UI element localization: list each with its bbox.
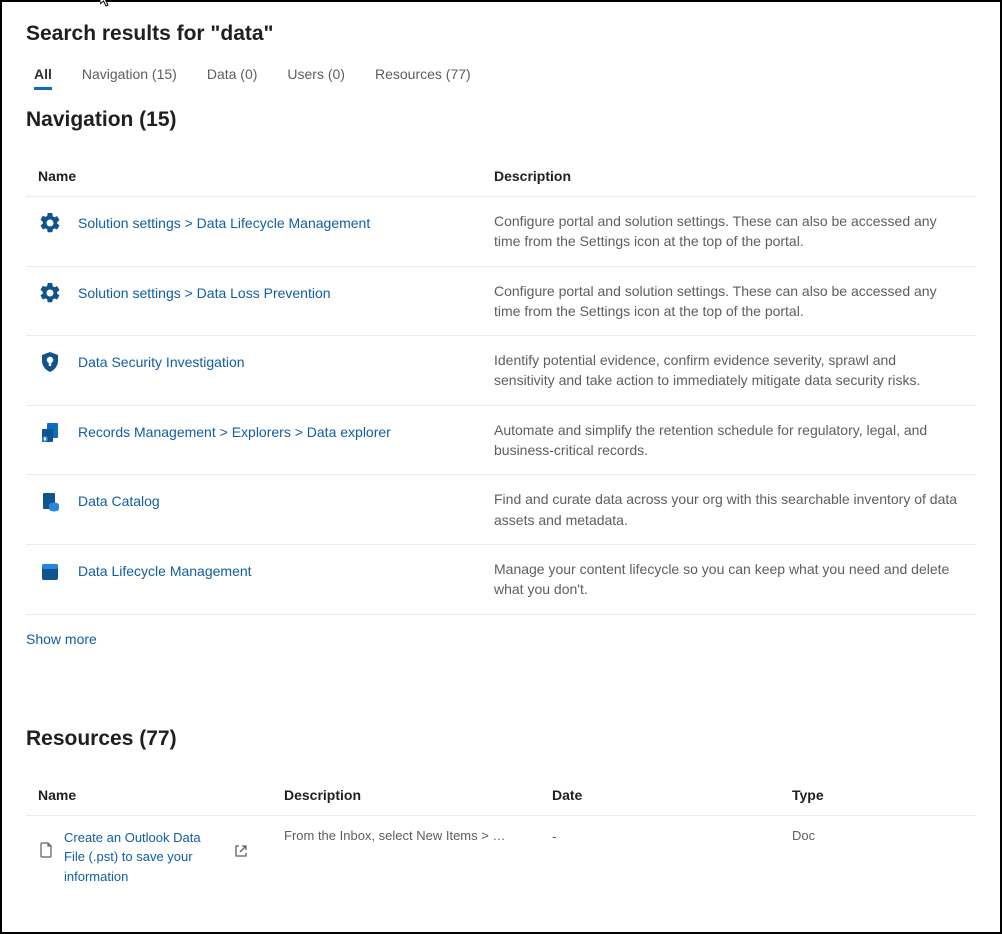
nav-link[interactable]: Data Catalog bbox=[78, 493, 160, 509]
nav-row[interactable]: Data Lifecycle Management Manage your co… bbox=[26, 545, 976, 615]
nav-row[interactable]: Data Catalog Find and curate data across… bbox=[26, 475, 976, 545]
nav-col-desc: Description bbox=[494, 168, 968, 184]
res-row[interactable]: Create an Outlook Data File (.pst) to sa… bbox=[26, 816, 976, 899]
page-title: Search results for "data" bbox=[26, 22, 976, 46]
res-type: Doc bbox=[792, 828, 968, 843]
external-link-icon bbox=[234, 844, 248, 858]
resources-section-title: Resources (77) bbox=[26, 727, 976, 751]
nav-desc: Identify potential evidence, confirm evi… bbox=[494, 350, 968, 391]
nav-desc: Automate and simplify the retention sche… bbox=[494, 420, 968, 461]
resources-table-header: Name Description Date Type bbox=[26, 775, 976, 816]
navigation-section-title: Navigation (15) bbox=[26, 108, 976, 132]
res-date: - bbox=[552, 828, 792, 844]
tab-users[interactable]: Users (0) bbox=[287, 66, 345, 90]
nav-row[interactable]: Records Management > Explorers > Data ex… bbox=[26, 406, 976, 476]
res-link[interactable]: Create an Outlook Data File (.pst) to sa… bbox=[64, 828, 224, 887]
tabs: All Navigation (15) Data (0) Users (0) R… bbox=[26, 66, 976, 90]
shield-bulb-icon bbox=[38, 350, 62, 374]
tab-data[interactable]: Data (0) bbox=[207, 66, 258, 90]
nav-link[interactable]: Records Management > Explorers > Data ex… bbox=[78, 424, 391, 440]
show-more-link[interactable]: Show more bbox=[26, 631, 97, 647]
nav-link[interactable]: Data Lifecycle Management bbox=[78, 563, 252, 579]
res-col-date: Date bbox=[552, 787, 792, 803]
catalog-icon bbox=[38, 489, 62, 513]
tab-navigation[interactable]: Navigation (15) bbox=[82, 66, 177, 90]
navigation-table-header: Name Description bbox=[26, 156, 976, 197]
gear-icon bbox=[38, 281, 62, 305]
gear-icon bbox=[38, 211, 62, 235]
res-desc: From the Inbox, select New Items > … bbox=[284, 828, 552, 843]
cursor-icon bbox=[100, 0, 114, 7]
nav-link[interactable]: Solution settings > Data Loss Prevention bbox=[78, 285, 331, 301]
lifecycle-icon bbox=[38, 559, 62, 583]
nav-desc: Configure portal and solution settings. … bbox=[494, 211, 968, 252]
tab-resources[interactable]: Resources (77) bbox=[375, 66, 471, 90]
nav-link[interactable]: Data Security Investigation bbox=[78, 354, 245, 370]
res-col-type: Type bbox=[792, 787, 968, 803]
res-col-desc: Description bbox=[284, 787, 552, 803]
nav-row[interactable]: Solution settings > Data Lifecycle Manag… bbox=[26, 197, 976, 267]
document-icon bbox=[38, 842, 54, 858]
records-icon bbox=[38, 420, 62, 444]
nav-row[interactable]: Solution settings > Data Loss Prevention… bbox=[26, 267, 976, 337]
nav-desc: Manage your content lifecycle so you can… bbox=[494, 559, 968, 600]
nav-col-name: Name bbox=[34, 168, 494, 184]
nav-row[interactable]: Data Security Investigation Identify pot… bbox=[26, 336, 976, 406]
tab-all[interactable]: All bbox=[34, 66, 52, 90]
nav-desc: Configure portal and solution settings. … bbox=[494, 281, 968, 322]
nav-link[interactable]: Solution settings > Data Lifecycle Manag… bbox=[78, 215, 370, 231]
nav-desc: Find and curate data across your org wit… bbox=[494, 489, 968, 530]
res-col-name: Name bbox=[34, 787, 284, 803]
